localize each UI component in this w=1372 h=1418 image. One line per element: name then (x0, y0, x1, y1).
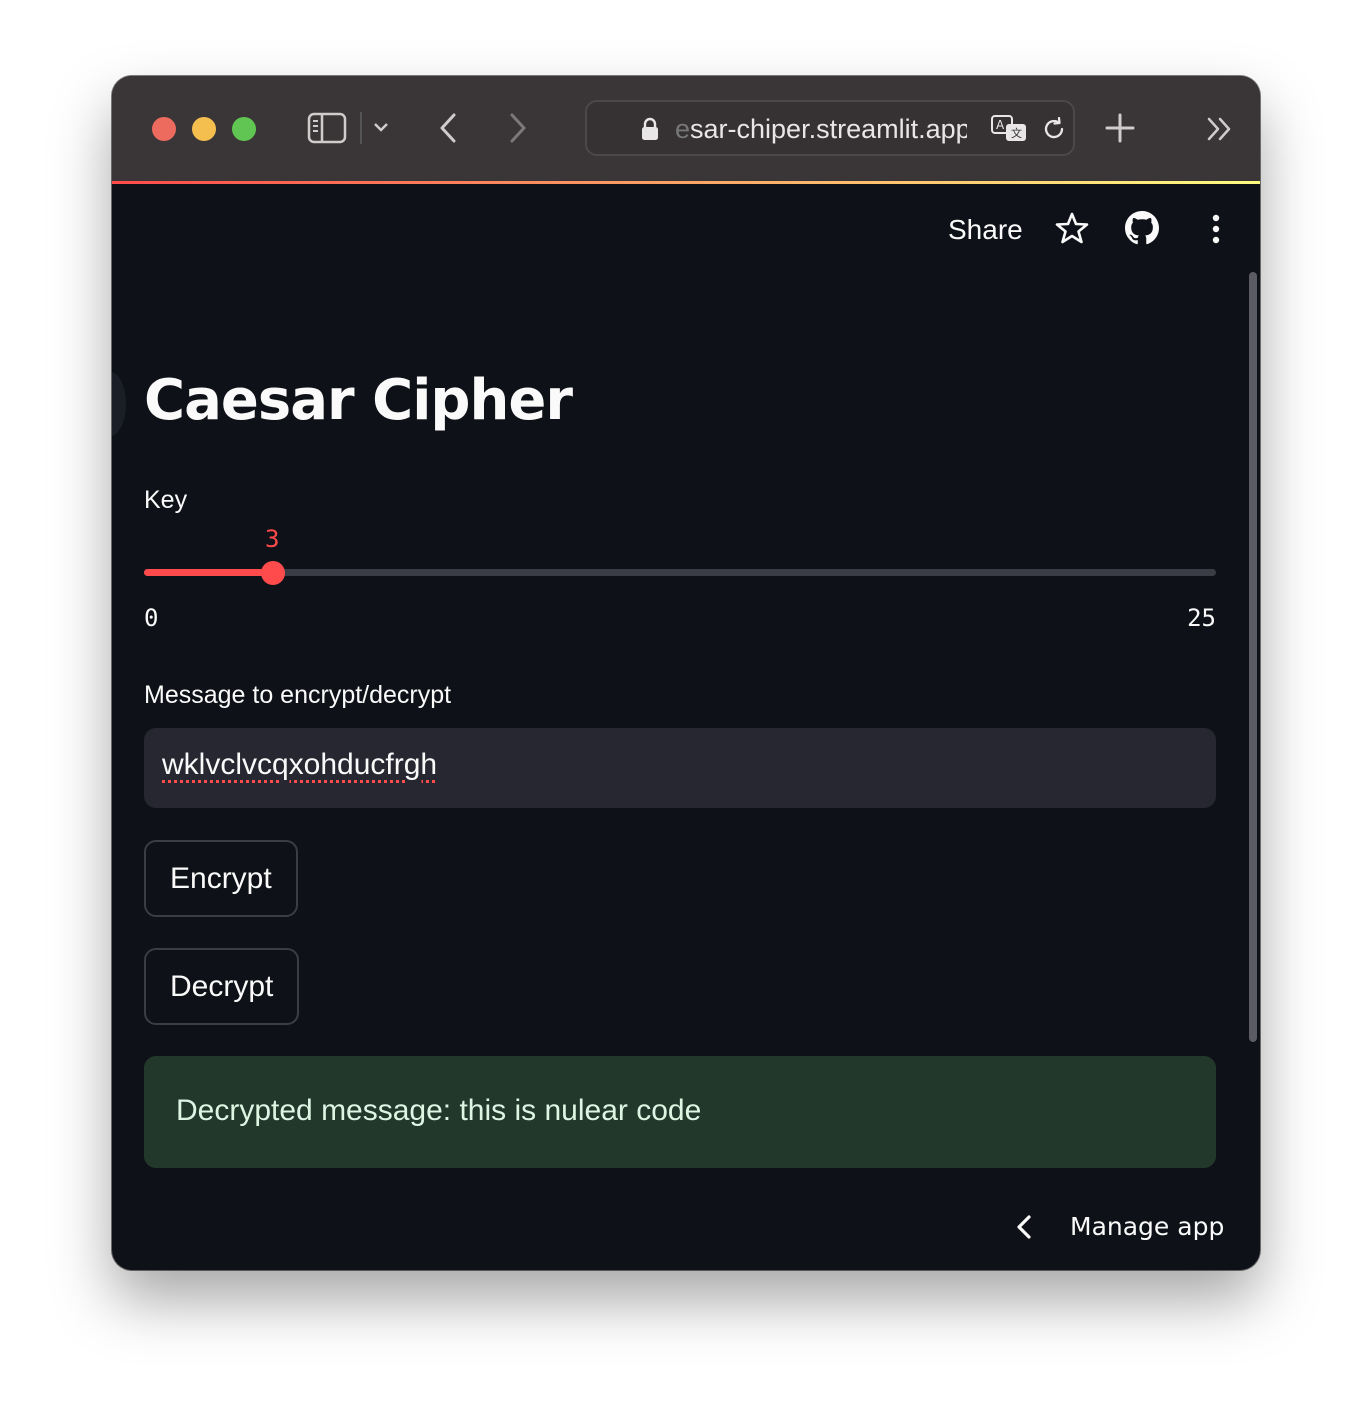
sidebar-collapse-control[interactable] (112, 372, 126, 436)
svg-text:文: 文 (1011, 126, 1022, 140)
browser-toolbar: esar-chiper.streamlit.app A 文 (112, 76, 1260, 182)
sidebar-toggle-icon[interactable] (306, 110, 348, 146)
reload-icon[interactable] (1039, 114, 1069, 144)
scrollbar[interactable] (1249, 272, 1257, 1042)
main-menu-icon[interactable] (1202, 212, 1230, 246)
key-slider-thumb[interactable] (261, 561, 285, 585)
address-bar[interactable]: esar-chiper.streamlit.app A 文 (585, 100, 1075, 156)
close-window-button[interactable] (152, 117, 176, 141)
key-slider-value: 3 (265, 525, 280, 553)
page-title: Caesar Cipher (144, 368, 573, 433)
chevron-down-icon[interactable] (370, 116, 392, 138)
translate-icon[interactable]: A 文 (989, 112, 1029, 146)
manage-app-button[interactable]: Manage app (1070, 1212, 1224, 1241)
star-icon[interactable] (1054, 210, 1090, 246)
url-main-text: sar-chiper.streamlit.app (690, 114, 967, 144)
decrypt-button[interactable]: Decrypt (144, 948, 300, 1025)
minimize-window-button[interactable] (192, 117, 216, 141)
url-faded-text: e (675, 114, 691, 144)
key-slider-fill (144, 569, 273, 576)
new-tab-icon[interactable] (1102, 110, 1138, 146)
key-slider-min: 0 (144, 604, 159, 632)
svg-text:A: A (996, 118, 1005, 132)
lock-icon (639, 115, 661, 143)
zoom-window-button[interactable] (232, 117, 256, 141)
chevron-left-icon[interactable] (1010, 1210, 1038, 1244)
toolbar-divider (360, 112, 362, 144)
key-slider-max: 25 (1187, 604, 1216, 632)
back-icon[interactable] (432, 110, 464, 146)
key-slider-label: Key (144, 486, 188, 514)
message-input-value: wklvclvcqxohducfrgh (162, 748, 438, 781)
key-slider-track[interactable] (144, 569, 1216, 576)
url-text: esar-chiper.streamlit.app (675, 114, 967, 148)
github-icon[interactable] (1124, 210, 1160, 246)
more-tabs-icon[interactable] (1202, 112, 1238, 146)
browser-window: esar-chiper.streamlit.app A 文 Share Caes… (112, 76, 1260, 1270)
app-header: Share (112, 184, 1260, 274)
success-alert: Decrypted message: this is nulear code (144, 1056, 1216, 1168)
forward-icon[interactable] (502, 110, 534, 146)
message-input-label: Message to encrypt/decrypt (144, 681, 452, 709)
message-input[interactable]: wklvclvcqxohducfrgh (144, 728, 1216, 808)
encrypt-button[interactable]: Encrypt (144, 840, 298, 917)
result-message: Decrypted message: this is nulear code (176, 1094, 702, 1127)
share-button[interactable]: Share (948, 214, 1023, 246)
